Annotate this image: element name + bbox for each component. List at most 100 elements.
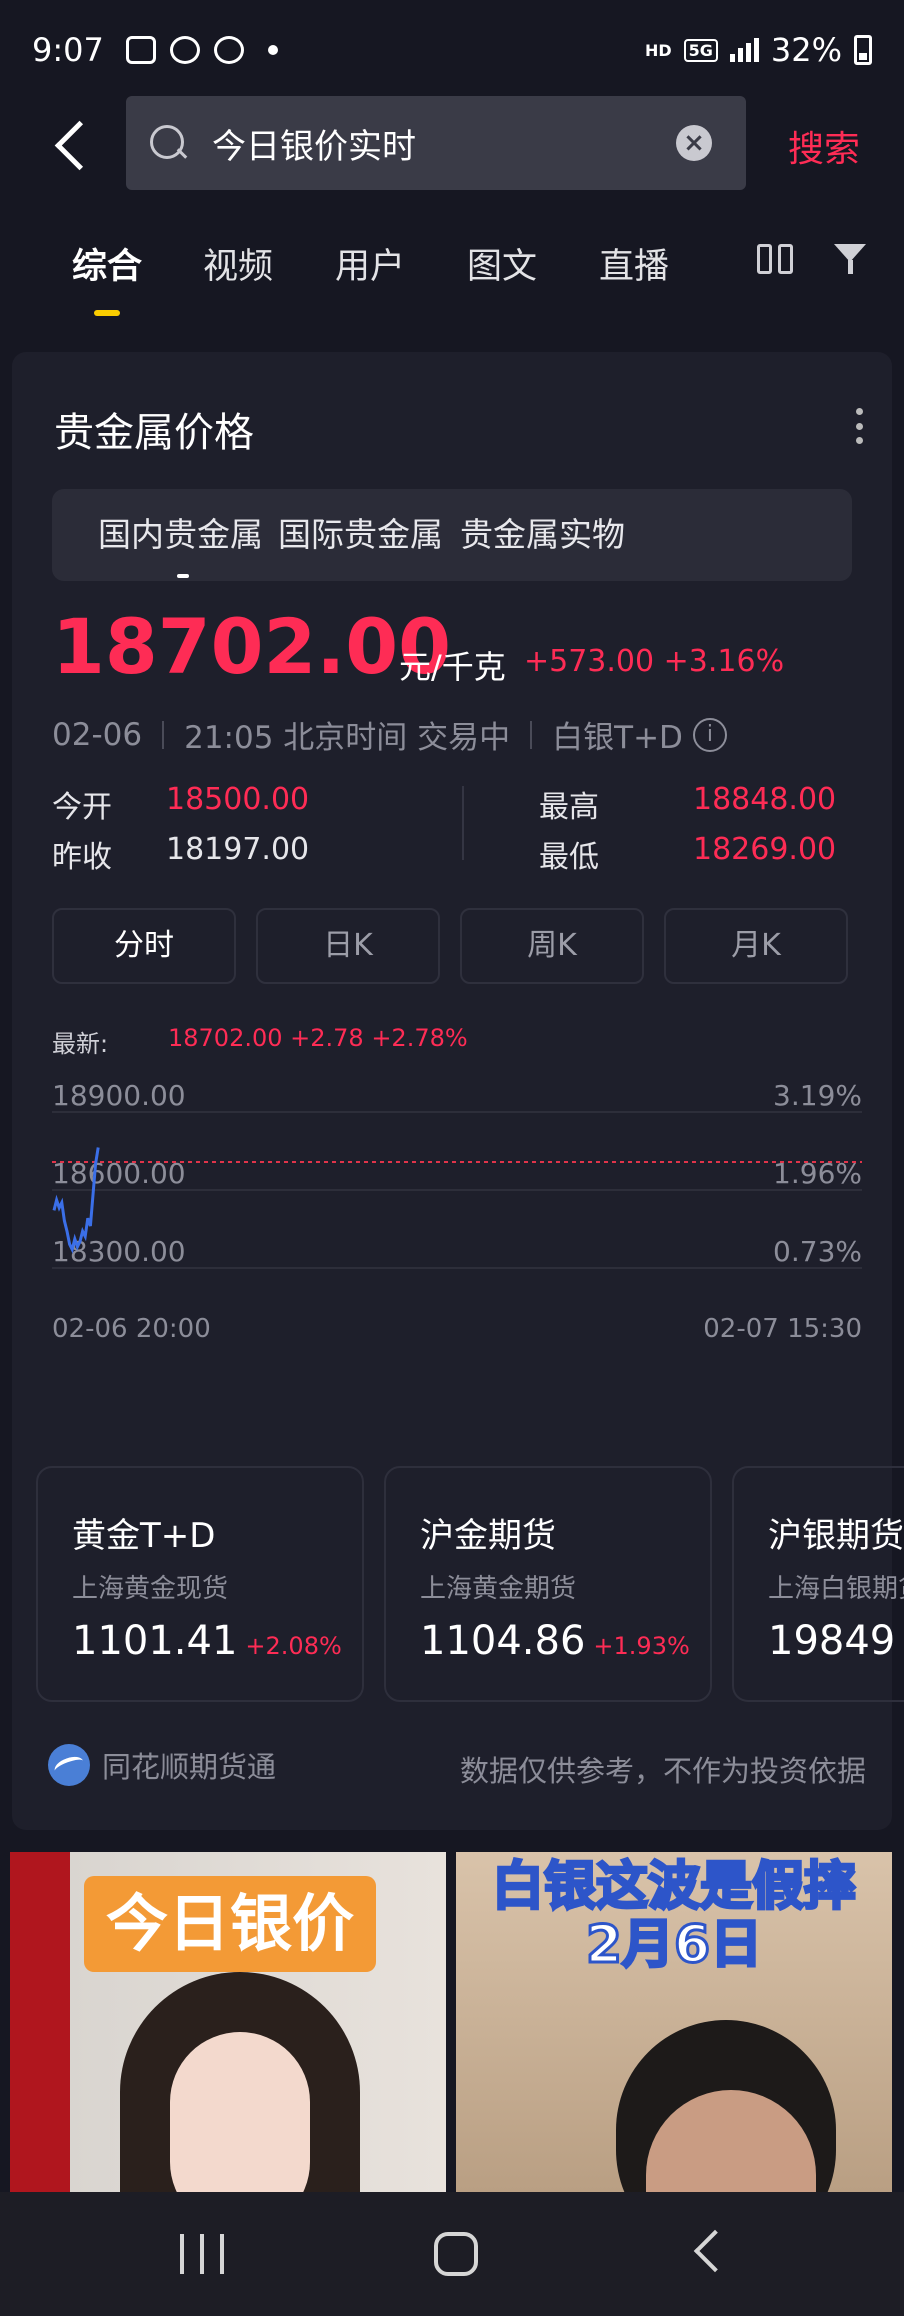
segment-physical[interactable]: 贵金属实物 xyxy=(460,489,625,581)
video-thumbnail[interactable]: 今日银价 xyxy=(10,1852,446,2192)
back-arrow-icon[interactable] xyxy=(44,116,104,176)
tab-all[interactable]: 综合 xyxy=(72,238,142,289)
related-name: 沪银期货 xyxy=(768,1516,904,1556)
recent-apps-icon[interactable] xyxy=(180,2234,224,2274)
card-title: 贵金属价格 xyxy=(54,410,254,456)
price-unit: 元/千克 xyxy=(399,648,506,686)
source-name: 同花顺期货通 xyxy=(102,1750,277,1784)
related-value: 1101.41 xyxy=(72,1618,238,1664)
battery-icon xyxy=(854,35,872,65)
search-button[interactable]: 搜索 xyxy=(788,120,860,172)
segment-indicator xyxy=(177,574,189,578)
related-value: 1104.86 xyxy=(420,1618,586,1664)
tonghuashun-logo-icon xyxy=(48,1744,90,1786)
tab-daily-k[interactable]: 日K xyxy=(256,908,440,984)
search-input[interactable]: 今日银价实时 × xyxy=(126,96,746,190)
low-value: 18269.00 xyxy=(693,832,837,867)
divider xyxy=(162,720,165,749)
segment-international[interactable]: 国际贵金属 xyxy=(278,489,443,581)
price-stats: 今开 18500.00 昨收 18197.00 最高 18848.00 最低 1… xyxy=(52,782,862,882)
tab-intraday[interactable]: 分时 xyxy=(52,908,236,984)
gallery-icon xyxy=(125,36,156,64)
thumbnail-title: 今日银价 xyxy=(84,1876,376,1972)
market-segment-control: 国内贵金属 国际贵金属 贵金属实物 xyxy=(52,489,852,581)
chart-start-time: 02-06 20:00 xyxy=(52,1314,211,1344)
high-value: 18848.00 xyxy=(693,782,837,817)
kline-tabs: 分时 日K 周K 月K xyxy=(52,908,862,984)
filter-icon[interactable] xyxy=(834,242,870,276)
related-value: 19849 xyxy=(768,1618,896,1664)
intraday-chart-plot: 18900.00 3.19%18600.00 1.96%18300.00 0.73% xyxy=(52,1079,862,1269)
tab-live[interactable]: 直播 xyxy=(599,238,669,289)
stats-divider xyxy=(462,786,464,860)
divider xyxy=(530,720,533,749)
trade-time-status: 21:05 北京时间 交易中 xyxy=(184,720,511,756)
related-name: 沪金期货 xyxy=(420,1516,556,1556)
system-indicators: HD 5G 32% xyxy=(645,31,872,69)
y-right-tick-label: 3.19% xyxy=(773,1079,862,1112)
thumbnail-title: 白银这波是假摔 xyxy=(490,1857,857,1918)
thumbnail-subtitle: 2月6日 xyxy=(584,1915,763,1976)
presenter-image xyxy=(616,2020,836,2192)
y-left-tick-label: 18900.00 xyxy=(52,1079,186,1112)
related-value-row: 1104.86 +1.93% xyxy=(420,1618,690,1664)
system-navigation-bar xyxy=(0,2192,904,2316)
related-name: 黄金T+D xyxy=(72,1516,216,1556)
tab-video[interactable]: 视频 xyxy=(203,238,273,289)
result-tabs: 综合 视频 用户 图文 直播 xyxy=(0,226,904,316)
related-value-row: 1101.41 +2.08% xyxy=(72,1618,342,1664)
instrument-name[interactable]: 白银T+D xyxy=(552,712,683,757)
segment-domestic[interactable]: 国内贵金属 xyxy=(98,489,263,581)
search-query[interactable]: 今日银价实时 xyxy=(212,119,416,168)
prev-close-value: 18197.00 xyxy=(166,832,310,867)
signal-icon xyxy=(729,38,759,62)
price-change: +573.00 +3.16% xyxy=(524,644,785,679)
market-meta: 02-06 21:05 北京时间 交易中 白银T+D i xyxy=(52,712,727,757)
related-pct: +2.08% xyxy=(245,1632,342,1660)
5g-indicator: 5G xyxy=(683,38,718,62)
clock: 9:07 xyxy=(32,31,104,69)
disclaimer: 数据仅供参考，不作为投资依据 xyxy=(459,1754,866,1788)
high-label: 最高 xyxy=(539,790,599,825)
tab-monthly-k[interactable]: 月K xyxy=(664,908,848,984)
more-options-icon[interactable] xyxy=(856,408,864,444)
related-card-gold-td[interactable]: 黄金T+D 上海黄金现货 1101.41 +2.08% xyxy=(36,1466,364,1702)
related-card-silver-futures[interactable]: 沪银期货 上海白银期货 19849 xyxy=(732,1466,904,1702)
thumbnail-title-block: 白银这波是假摔 2月6日 xyxy=(456,1857,892,1976)
related-subtitle: 上海黄金现货 xyxy=(72,1574,229,1604)
status-bar: 9:07 HD 5G 32% xyxy=(0,0,904,100)
trade-date: 02-06 xyxy=(52,716,143,753)
prev-close-label: 昨收 xyxy=(52,840,112,875)
current-price: 18702.00 xyxy=(52,602,452,691)
notification-dot-icon xyxy=(267,45,278,55)
open-label: 今开 xyxy=(52,790,112,825)
hd-indicator: HD xyxy=(644,40,672,60)
precious-metal-card: 贵金属价格 国内贵金属 国际贵金属 贵金属实物 18702.00 元/千克 +5… xyxy=(12,352,904,1830)
related-pct: +1.93% xyxy=(593,1632,690,1660)
system-back-icon[interactable] xyxy=(693,2229,737,2273)
related-subtitle: 上海黄金期货 xyxy=(420,1574,577,1604)
open-value: 18500.00 xyxy=(166,782,310,817)
layout-toggle-icon[interactable] xyxy=(757,244,793,274)
search-bar-row: 今日银价实时 × 搜索 xyxy=(0,96,904,196)
tab-users[interactable]: 用户 xyxy=(335,238,405,289)
battery-percent: 32% xyxy=(770,31,842,69)
tab-posts[interactable]: 图文 xyxy=(467,238,537,289)
chart-end-time: 02-07 15:30 xyxy=(703,1314,862,1344)
data-source[interactable]: 同花顺期货通 xyxy=(48,1744,276,1786)
video-thumbnail[interactable]: 白银这波是假摔 2月6日 xyxy=(456,1852,892,2192)
tab-weekly-k[interactable]: 周K xyxy=(460,908,644,984)
home-icon[interactable] xyxy=(434,2232,478,2276)
wechat-icon xyxy=(169,36,200,64)
search-icon xyxy=(148,123,188,163)
active-tab-indicator xyxy=(94,310,120,316)
sync-icon xyxy=(213,36,244,64)
presenter-image xyxy=(120,1972,360,2192)
low-label: 最低 xyxy=(539,840,599,875)
notification-icons xyxy=(125,36,278,64)
intraday-chart: 最新: 18702.00 +2.78 +2.78% 18900.00 3.19% 1… xyxy=(52,1024,862,1344)
related-card-gold-futures[interactable]: 沪金期货 上海黄金期货 1104.86 +1.93% xyxy=(384,1466,712,1702)
info-icon[interactable]: i xyxy=(692,717,727,752)
clear-icon[interactable]: × xyxy=(676,125,712,161)
y-right-tick-label: 0.73% xyxy=(773,1235,862,1268)
